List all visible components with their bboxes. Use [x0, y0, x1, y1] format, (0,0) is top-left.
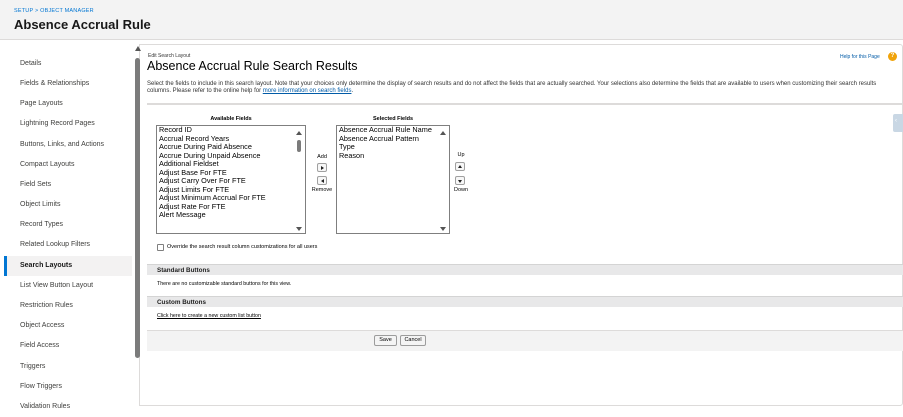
field-option[interactable]: Reason	[337, 151, 449, 161]
object-header: SETUP > OBJECT MANAGER Absence Accrual R…	[0, 0, 903, 40]
scroll-up-arrow-icon[interactable]	[296, 131, 302, 135]
divider	[147, 103, 903, 105]
sidebar-item-search-layouts[interactable]: Search Layouts	[4, 256, 132, 276]
object-title: Absence Accrual Rule	[14, 17, 151, 32]
remove-button[interactable]	[317, 176, 327, 185]
sidebar-item-lightning-record-pages[interactable]: Lightning Record Pages	[4, 114, 132, 134]
scroll-down-arrow-icon[interactable]	[440, 227, 446, 231]
up-label: Up	[457, 152, 465, 158]
override-label: Override the search result column custom…	[167, 244, 318, 250]
help-link[interactable]: Help for this Page	[840, 54, 880, 60]
side-panel-toggle[interactable]: ‹	[893, 114, 903, 132]
page-title: Absence Accrual Rule Search Results	[147, 59, 358, 73]
standard-buttons-section: Standard Buttons	[147, 264, 903, 275]
remove-label: Remove	[311, 187, 333, 193]
sidebar-item-triggers[interactable]: Triggers	[4, 357, 132, 377]
new-custom-list-button-link[interactable]: Click here to create a new custom list b…	[157, 313, 261, 319]
standard-buttons-text: There are no customizable standard butto…	[157, 281, 292, 287]
sidebar-item-field-sets[interactable]: Field Sets	[4, 175, 132, 195]
scroll-down-arrow-icon[interactable]	[296, 227, 302, 231]
move-down-button[interactable]	[455, 176, 465, 185]
sidebar-item-compact-layouts[interactable]: Compact Layouts	[4, 155, 132, 175]
listbox-scroll-thumb[interactable]	[297, 140, 301, 152]
add-button[interactable]	[317, 163, 327, 172]
button-footer	[147, 330, 903, 351]
breadcrumb[interactable]: SETUP > OBJECT MANAGER	[14, 8, 94, 14]
override-checkbox[interactable]	[157, 244, 164, 251]
arrow-down-icon	[458, 179, 462, 183]
sidebar-item-related-lookup-filters[interactable]: Related Lookup Filters	[4, 235, 132, 255]
arrow-right-icon	[321, 165, 324, 170]
sidebar-item-page-layouts[interactable]: Page Layouts	[4, 94, 132, 114]
custom-buttons-title: Custom Buttons	[157, 298, 206, 306]
sidebar-item-object-limits[interactable]: Object Limits	[4, 195, 132, 215]
selected-fields-listbox[interactable]: Absence Accrual Rule Name Absence Accrual…	[336, 125, 450, 234]
cancel-button[interactable]: Cancel	[400, 335, 426, 346]
field-option[interactable]: Alert Message	[157, 210, 305, 220]
add-label: Add	[317, 154, 327, 160]
sidebar-item-object-access[interactable]: Object Access	[4, 316, 132, 336]
selected-fields-header: Selected Fields	[372, 116, 414, 122]
description: Select the fields to include in this sea…	[147, 81, 877, 95]
sidebar-item-flow-triggers[interactable]: Flow Triggers	[4, 377, 132, 397]
arrow-up-icon	[458, 165, 462, 168]
standard-buttons-title: Standard Buttons	[157, 266, 210, 274]
sidebar-item-validation-rules[interactable]: Validation Rules	[4, 397, 132, 417]
scroll-up-arrow-icon[interactable]	[440, 131, 446, 135]
sidebar-item-restriction-rules[interactable]: Restriction Rules	[4, 296, 132, 316]
sidebar-item-field-access[interactable]: Field Access	[4, 336, 132, 356]
save-button[interactable]: Save	[374, 335, 397, 346]
sidebar-item-record-types[interactable]: Record Types	[4, 215, 132, 235]
search-fields-help-link[interactable]: more information on search fields	[263, 88, 352, 94]
down-label: Down	[453, 187, 469, 193]
arrow-left-icon	[320, 178, 324, 183]
object-manager-sidebar: Details Fields & Relationships Page Layo…	[4, 44, 141, 410]
sidebar-item-details[interactable]: Details	[4, 54, 132, 74]
search-layout-editor: Edit Search Layout Absence Accrual Rule …	[140, 44, 903, 406]
available-fields-header: Available Fields	[210, 116, 252, 122]
collapse-icon: ‹	[895, 118, 897, 124]
sidebar-item-fields-relationships[interactable]: Fields & Relationships	[4, 74, 132, 94]
move-up-button[interactable]	[455, 162, 465, 171]
help-icon[interactable]: ?	[888, 52, 897, 61]
sidebar-item-list-view-button-layout[interactable]: List View Button Layout	[4, 276, 132, 296]
sidebar-item-buttons-links-actions[interactable]: Buttons, Links, and Actions	[4, 135, 132, 155]
custom-buttons-section: Custom Buttons	[147, 296, 903, 307]
available-fields-listbox[interactable]: Record ID Accrual Record Years Accrue Duri…	[156, 125, 306, 234]
